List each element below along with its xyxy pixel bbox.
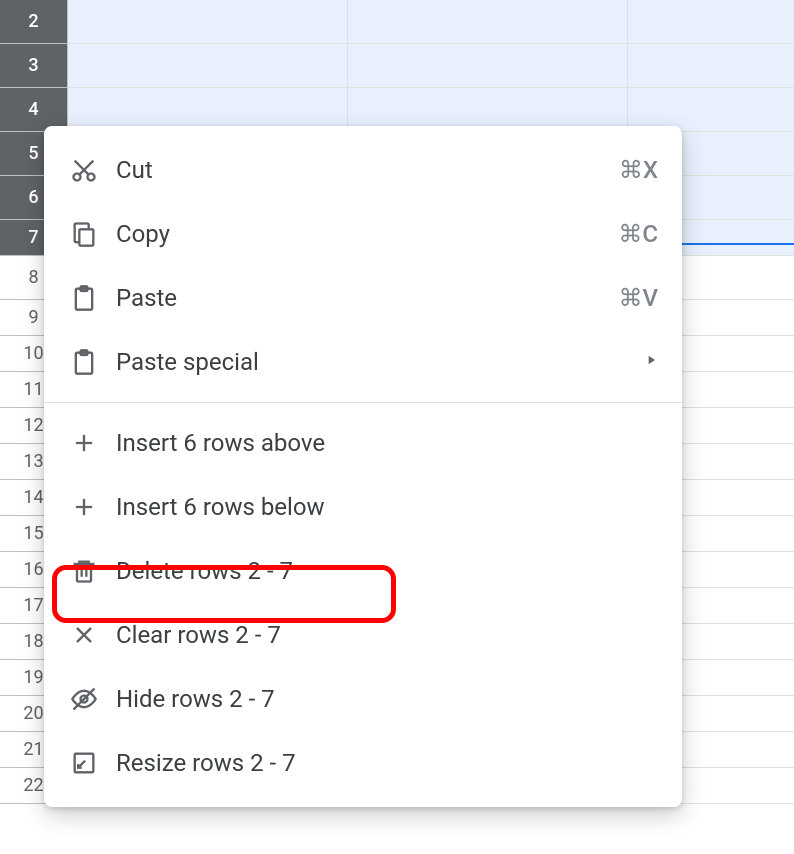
paste-icon (68, 282, 100, 314)
row-header[interactable]: 2 (0, 0, 68, 44)
menu-item-delete-rows[interactable]: Delete rows 2 - 7 (44, 539, 682, 603)
cell[interactable] (68, 88, 348, 131)
menu-label: Cut (116, 156, 619, 184)
cell[interactable] (348, 44, 628, 87)
row-context-menu: Cut ⌘X Copy ⌘C Paste ⌘V Paste (44, 126, 682, 807)
row-header[interactable]: 3 (0, 44, 68, 88)
cell-row (68, 0, 794, 44)
menu-label: Resize rows 2 - 7 (116, 749, 658, 777)
menu-label: Insert 6 rows below (116, 493, 658, 521)
cell[interactable] (348, 88, 628, 131)
close-icon (68, 619, 100, 651)
submenu-arrow-icon (644, 353, 658, 371)
cell[interactable] (68, 44, 348, 87)
cell-row (68, 44, 794, 88)
plus-icon (68, 427, 100, 459)
menu-shortcut: ⌘C (618, 220, 658, 248)
menu-item-hide-rows[interactable]: Hide rows 2 - 7 (44, 667, 682, 731)
hide-icon (68, 683, 100, 715)
trash-icon (68, 555, 100, 587)
menu-item-paste-special[interactable]: Paste special (44, 330, 682, 394)
menu-item-insert-rows-below[interactable]: Insert 6 rows below (44, 475, 682, 539)
cell[interactable] (68, 0, 348, 43)
paste-icon (68, 346, 100, 378)
menu-item-copy[interactable]: Copy ⌘C (44, 202, 682, 266)
plus-icon (68, 491, 100, 523)
cell[interactable] (348, 0, 628, 43)
menu-label: Copy (116, 220, 618, 248)
menu-shortcut: ⌘V (619, 284, 659, 312)
menu-divider (44, 402, 682, 403)
cell[interactable] (628, 44, 794, 87)
cut-icon (68, 154, 100, 186)
menu-label: Delete rows 2 - 7 (116, 557, 658, 585)
resize-icon (68, 747, 100, 779)
cell[interactable] (628, 0, 794, 43)
menu-item-insert-rows-above[interactable]: Insert 6 rows above (44, 411, 682, 475)
menu-label: Clear rows 2 - 7 (116, 621, 658, 649)
menu-label: Paste special (116, 348, 644, 376)
menu-item-cut[interactable]: Cut ⌘X (44, 138, 682, 202)
menu-item-resize-rows[interactable]: Resize rows 2 - 7 (44, 731, 682, 795)
menu-label: Paste (116, 284, 619, 312)
menu-label: Insert 6 rows above (116, 429, 658, 457)
menu-label: Hide rows 2 - 7 (116, 685, 658, 713)
menu-item-paste[interactable]: Paste ⌘V (44, 266, 682, 330)
copy-icon (68, 218, 100, 250)
menu-shortcut: ⌘X (619, 156, 658, 184)
menu-item-clear-rows[interactable]: Clear rows 2 - 7 (44, 603, 682, 667)
cell[interactable] (628, 88, 794, 131)
